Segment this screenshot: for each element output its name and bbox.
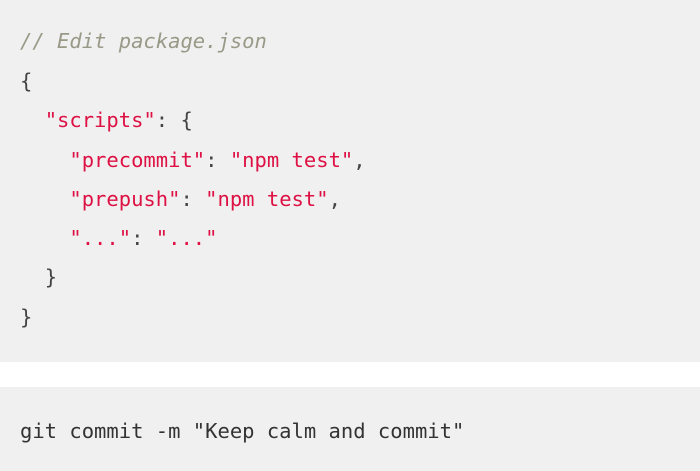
code-line-close-brace: } <box>20 304 32 330</box>
inner-close-brace: } <box>44 265 58 289</box>
ellipsis-value: "..." <box>155 226 218 250</box>
ellipsis-separator: : <box>131 226 156 250</box>
precommit-separator: : <box>205 148 230 172</box>
precommit-value: "npm test" <box>229 148 354 172</box>
code-comment: // Edit package.json <box>20 29 267 53</box>
close-brace: } <box>20 305 33 329</box>
code-line-inner-close-brace: } <box>20 264 57 290</box>
git-commit-command: git commit -m "Keep calm and commit" <box>20 419 465 443</box>
ellipsis-key: "..." <box>69 226 132 250</box>
package-json-code-block: // Edit package.json { "scripts": { "pre… <box>0 0 700 362</box>
prepush-comma: , <box>328 187 341 211</box>
precommit-comma: , <box>353 148 366 172</box>
code-line-prepush: "prepush": "npm test", <box>20 186 341 212</box>
precommit-key: "precommit" <box>69 148 206 172</box>
code-line-scripts: "scripts": { <box>20 107 193 133</box>
open-brace: { <box>20 69 33 93</box>
shell-command-code-block: git commit -m "Keep calm and commit" <box>0 387 700 471</box>
prepush-key: "prepush" <box>69 187 181 211</box>
scripts-key: "scripts" <box>44 108 156 132</box>
code-line-ellipsis: "...": "..." <box>20 225 218 251</box>
code-line-open-brace: { <box>20 68 32 94</box>
scripts-separator: : { <box>155 108 193 132</box>
code-line-precommit: "precommit": "npm test", <box>20 147 366 173</box>
prepush-value: "npm test" <box>205 187 329 211</box>
prepush-separator: : <box>180 187 206 211</box>
